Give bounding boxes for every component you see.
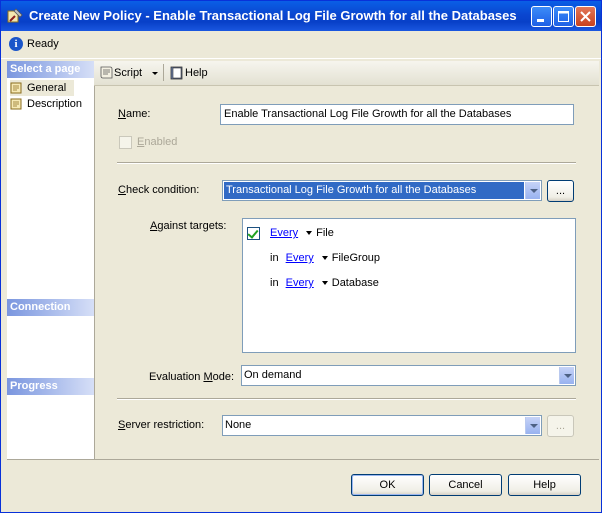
check-condition-value: Transactional Log File Growth for all th… xyxy=(224,182,524,199)
target-row: Every File xyxy=(270,225,334,241)
toolbar: Script Help xyxy=(94,61,599,86)
evaluation-mode-value: On demand xyxy=(244,369,302,381)
script-label: Script xyxy=(114,67,143,79)
chevron-down-icon[interactable] xyxy=(559,367,574,384)
left-pane: Select a page General Description Connec… xyxy=(7,61,95,459)
quantifier-link[interactable]: Every xyxy=(286,252,314,264)
target-row: in Every FileGroup xyxy=(270,250,380,266)
targets-list: Every File in Every FileGroup in Every Data… xyxy=(242,218,576,353)
chevron-down-icon[interactable] xyxy=(321,256,328,261)
dialog-window: Create New Policy - Enable Transactional… xyxy=(0,0,602,513)
target-type: FileGroup xyxy=(331,252,381,264)
window-title: Create New Policy - Enable Transactional… xyxy=(29,8,517,23)
minimize-button[interactable] xyxy=(531,6,552,27)
server-restriction-value: None xyxy=(225,419,252,431)
separator xyxy=(117,162,576,164)
evaluation-mode-label: Evaluation Mode: xyxy=(149,371,235,383)
maximize-button[interactable] xyxy=(553,6,574,27)
name-label: Name: xyxy=(118,108,151,120)
help-button[interactable]: Help xyxy=(508,474,581,496)
page-item-label: General xyxy=(27,82,67,94)
policy-icon xyxy=(7,8,23,23)
quantifier-link[interactable]: Every xyxy=(270,227,298,239)
page-item-description[interactable]: Description xyxy=(10,96,82,112)
close-icon xyxy=(580,11,591,22)
browse-server-button[interactable]: ... xyxy=(547,415,574,437)
ok-button[interactable]: OK xyxy=(351,474,424,496)
maximize-icon xyxy=(558,11,569,22)
page-item-general[interactable]: General xyxy=(10,80,74,96)
chevron-down-icon[interactable] xyxy=(525,182,540,199)
toolbar-divider xyxy=(163,64,164,81)
check-condition-select[interactable]: Transactional Log File Growth for all th… xyxy=(222,180,542,201)
chevron-down-icon[interactable] xyxy=(525,417,540,434)
help-toolbar-button[interactable]: Help xyxy=(169,65,208,81)
page-icon xyxy=(10,82,22,94)
general-page-content: Name: Enable Transactional Log File Grow… xyxy=(95,86,599,459)
target-prefix: in xyxy=(270,252,279,264)
chevron-down-icon[interactable] xyxy=(306,231,313,236)
connection-header: Connection xyxy=(7,299,94,316)
target-file-checkbox[interactable] xyxy=(247,227,260,240)
script-icon xyxy=(100,66,113,79)
evaluation-mode-select[interactable]: On demand xyxy=(241,365,576,386)
check-condition-label: Check condition: xyxy=(118,184,200,196)
target-row: in Every Database xyxy=(270,275,379,291)
help-toolbar-label: Help xyxy=(185,67,208,79)
page-item-label: Description xyxy=(27,98,83,110)
button-bar: OK Cancel Help xyxy=(7,459,599,511)
minimize-icon xyxy=(537,19,544,22)
enabled-checkbox[interactable] xyxy=(119,136,132,149)
chevron-down-icon xyxy=(152,72,159,76)
close-button[interactable] xyxy=(575,6,596,27)
select-page-header: Select a page xyxy=(7,61,94,78)
server-restriction-label: Server restriction: xyxy=(118,419,205,431)
cancel-button[interactable]: Cancel xyxy=(429,474,502,496)
help-book-icon xyxy=(170,66,183,80)
server-restriction-select[interactable]: None xyxy=(222,415,542,436)
target-type: Database xyxy=(331,277,379,289)
info-icon: i xyxy=(9,37,23,51)
title-bar[interactable]: Create New Policy - Enable Transactional… xyxy=(1,1,601,31)
status-text: Ready xyxy=(27,38,59,50)
separator xyxy=(117,398,576,400)
name-field[interactable]: Enable Transactional Log File Growth for… xyxy=(220,104,574,125)
status-bar: i Ready xyxy=(1,31,601,59)
page-icon xyxy=(10,98,22,110)
against-targets-label: Against targets: xyxy=(150,220,227,232)
target-prefix: in xyxy=(270,277,279,289)
quantifier-link[interactable]: Every xyxy=(286,277,314,289)
progress-header: Progress xyxy=(7,378,94,395)
target-type: File xyxy=(316,227,334,239)
browse-condition-button[interactable]: ... xyxy=(547,180,574,202)
enabled-label: Enabled xyxy=(137,136,178,148)
script-button[interactable]: Script xyxy=(98,65,160,81)
chevron-down-icon[interactable] xyxy=(321,281,328,286)
